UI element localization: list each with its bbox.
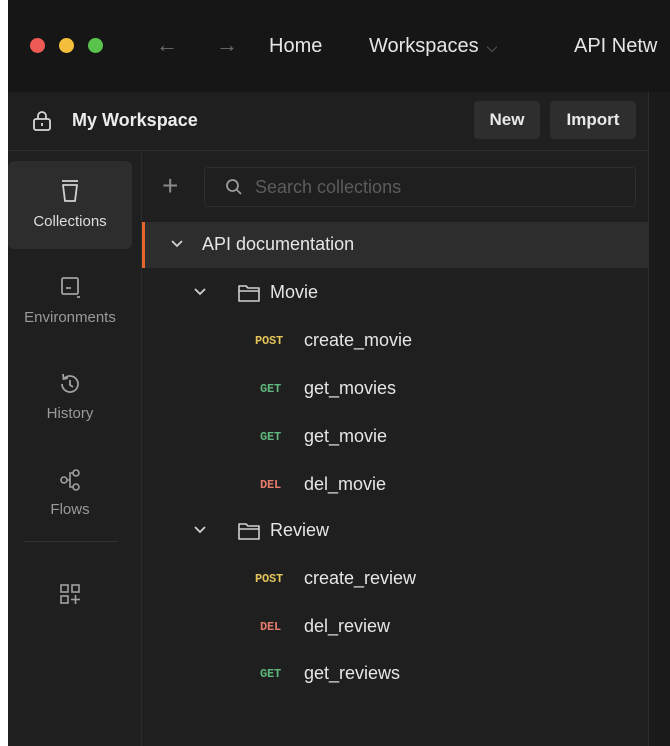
request-row[interactable]: POST create_review [142, 556, 648, 602]
request-name: get_movies [304, 378, 397, 398]
request-name: del_review [304, 616, 391, 636]
folder-icon [238, 523, 260, 540]
workspace-title[interactable]: My Workspace [72, 110, 198, 131]
chevron-down-icon [194, 288, 206, 296]
add-collection-plus-icon[interactable]: + [162, 172, 178, 200]
request-name: create_movie [304, 330, 413, 350]
method-badge: POST [255, 334, 284, 348]
add-apps-icon[interactable] [59, 583, 81, 605]
sidebar: Collections Environments History Flows [8, 151, 142, 746]
sidebar-item-label: Collections [33, 213, 107, 230]
sidebar-item-label: Flows [50, 501, 90, 518]
workspace-header: My Workspace New Import [8, 92, 648, 151]
sidebar-item-environments[interactable]: Environments [8, 257, 132, 345]
chevron-down-icon [171, 240, 183, 248]
history-icon [61, 373, 79, 393]
method-badge: GET [260, 667, 282, 681]
search-icon [226, 179, 242, 195]
folder-icon [238, 285, 260, 302]
method-badge: GET [260, 382, 282, 396]
back-arrow-icon[interactable]: ← [156, 30, 178, 60]
sidebar-divider [24, 541, 118, 542]
method-badge: DEL [260, 620, 282, 634]
maximize-window-button[interactable] [88, 38, 103, 53]
method-badge: GET [260, 430, 282, 444]
flows-icon [60, 469, 80, 491]
environments-icon [61, 277, 80, 298]
chevron-down-icon [194, 526, 206, 534]
collection-name: API documentation [202, 234, 355, 254]
folder-name: Review [270, 520, 330, 540]
request-row[interactable]: DEL del_movie [142, 462, 648, 508]
sidebar-item-label: History [46, 405, 94, 422]
folder-row[interactable]: Movie [142, 270, 648, 316]
method-badge: POST [255, 572, 284, 586]
nav-workspaces-label: Workspaces [369, 35, 479, 57]
title-bar: ← → Home Workspaces ⌵ API Netw [8, 0, 670, 92]
nav-home[interactable]: Home [269, 32, 322, 60]
request-row[interactable]: GET get_reviews [142, 651, 648, 697]
import-button[interactable]: Import [550, 101, 636, 139]
request-name: del_movie [304, 474, 387, 494]
sidebar-item-label: Environments [24, 309, 116, 326]
request-name: create_review [304, 568, 417, 588]
request-row[interactable]: GET get_movies [142, 366, 648, 412]
right-panel-edge [648, 92, 670, 746]
collection-row[interactable]: API documentation [142, 222, 648, 268]
collections-icon [62, 180, 78, 202]
request-name: get_reviews [304, 663, 401, 683]
sidebar-item-collections[interactable]: Collections [8, 161, 132, 249]
folder-row[interactable]: Review [142, 508, 648, 554]
folder-name: Movie [270, 282, 319, 302]
search-input[interactable] [255, 168, 625, 206]
forward-arrow-icon[interactable]: → [216, 30, 238, 60]
minimize-window-button[interactable] [59, 38, 74, 53]
app-window: ← → Home Workspaces ⌵ API Netw My Workspa… [8, 0, 670, 746]
sidebar-item-history[interactable]: History [8, 353, 132, 441]
lock-icon [33, 111, 51, 131]
sidebar-item-flows[interactable]: Flows [8, 449, 132, 537]
new-button[interactable]: New [474, 101, 540, 139]
request-row[interactable]: DEL del_review [142, 604, 648, 650]
chevron-down-icon: ⌵ [486, 39, 498, 55]
nav-api-network[interactable]: API Netw [574, 32, 657, 60]
request-row[interactable]: GET get_movie [142, 414, 648, 460]
close-window-button[interactable] [30, 38, 45, 53]
method-badge: DEL [260, 478, 282, 492]
request-row[interactable]: POST create_movie [142, 318, 648, 364]
nav-workspaces[interactable]: Workspaces ⌵ [369, 32, 497, 61]
collections-panel: + API documentation Movie POST create_mo… [142, 151, 648, 746]
request-name: get_movie [304, 426, 388, 446]
search-box [204, 167, 636, 207]
